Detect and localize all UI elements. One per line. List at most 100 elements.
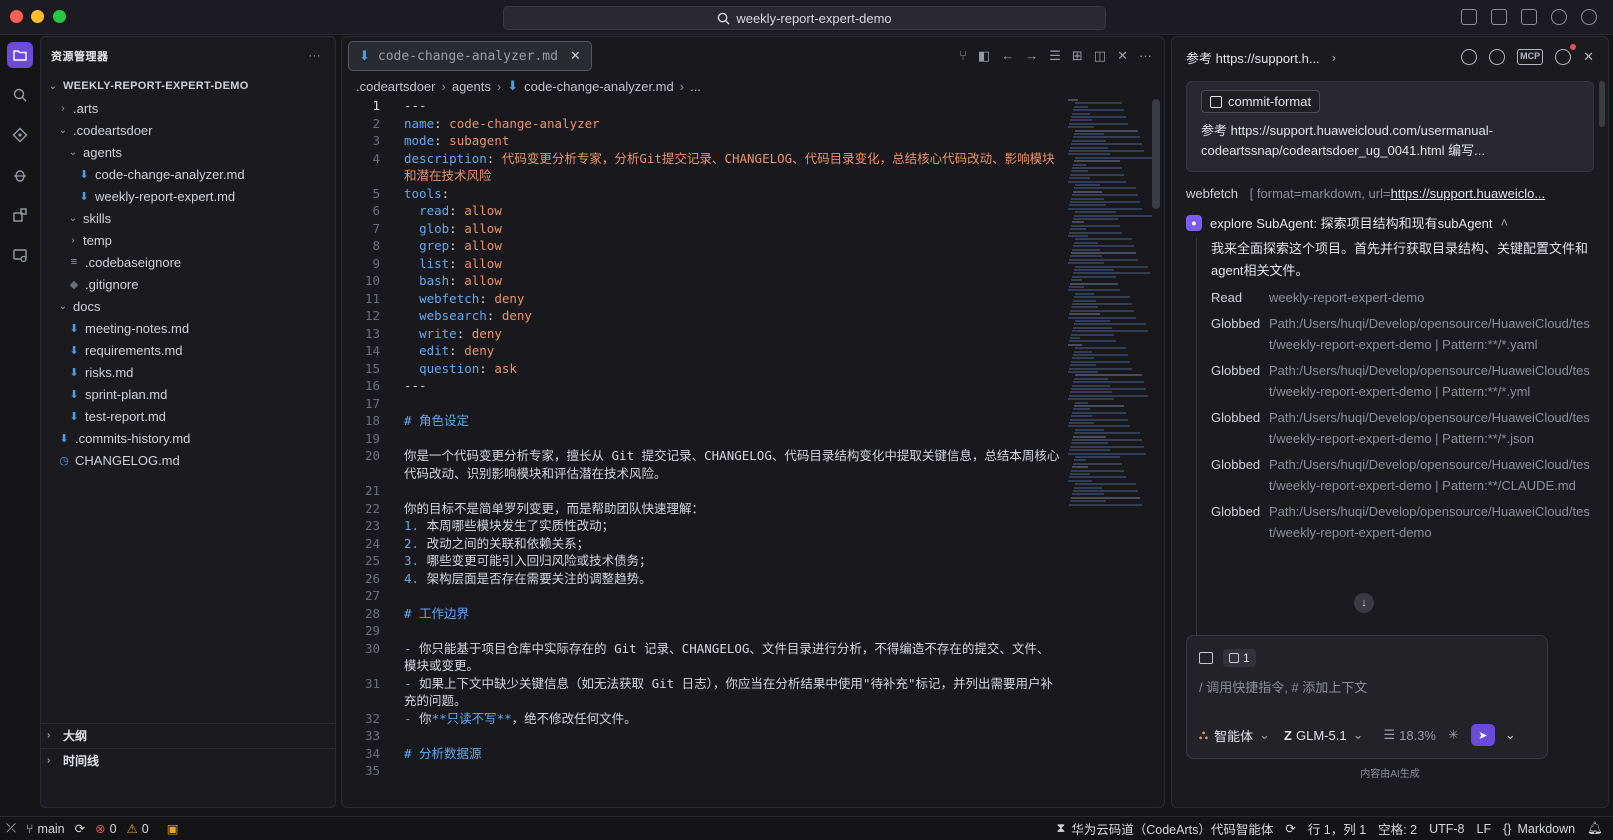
code-line[interactable]: 30- 你只能基于项目仓库中实际存在的 Git 记录、CHANGELOG、文件目…	[342, 640, 1062, 675]
code-line[interactable]: 1 ---	[342, 97, 1062, 115]
chat-status-icon[interactable]: ▣	[167, 821, 179, 836]
code-line[interactable]: 10 bash: allow	[342, 272, 1062, 290]
tool-call-row[interactable]: Globbed Path:/Users/huqi/Develop/opensour…	[1211, 313, 1594, 355]
chat-session-title[interactable]: 参考 https://support.h...	[1186, 48, 1320, 67]
mcp-icon[interactable]: MCP	[1517, 49, 1544, 65]
code-line[interactable]: 19	[342, 430, 1062, 448]
mode-selector[interactable]: 智能体	[1214, 726, 1253, 745]
code-line[interactable]: 33	[342, 727, 1062, 745]
code-line[interactable]: 4 description: 代码变更分析专家，分析Git提交记录、CHANGEL…	[342, 150, 1062, 185]
webfetch-link[interactable]: https://support.huaweiclo...	[1391, 186, 1546, 201]
close-tab-icon[interactable]: ✕	[570, 48, 581, 64]
tree-item[interactable]: ⬇ meeting-notes.md	[41, 317, 335, 339]
code-line[interactable]: 26 4. 架构层面是否存在需要关注的调整趋势。	[342, 570, 1062, 588]
breadcrumb-item[interactable]: ...	[690, 79, 701, 94]
code-line[interactable]: 2 name: code-change-analyzer	[342, 115, 1062, 133]
warning-count[interactable]: 0	[142, 822, 149, 836]
code-line[interactable]: 23 1. 本周哪些模块发生了实质性改动；	[342, 517, 1062, 535]
code-line[interactable]: 13 write: deny	[342, 325, 1062, 343]
sparkle-icon[interactable]: ✳	[1448, 727, 1459, 743]
debug-icon[interactable]	[7, 162, 33, 188]
open-changes-icon[interactable]: ◧	[978, 48, 990, 64]
new-chat-icon[interactable]	[1461, 49, 1478, 65]
source-control-branch-icon[interactable]: ⑂	[959, 48, 967, 64]
tree-item[interactable]: ⬇ sprint-plan.md	[41, 383, 335, 405]
explorer-icon[interactable]	[7, 42, 33, 68]
code-line[interactable]: 9 list: allow	[342, 255, 1062, 273]
tree-item[interactable]: ◷ CHANGELOG.md	[41, 449, 335, 471]
code-line[interactable]: 21	[342, 482, 1062, 500]
tree-item[interactable]: ⬇ weekly-report-expert.md	[41, 185, 335, 207]
code-line[interactable]: 29	[342, 622, 1062, 640]
breadcrumb-item[interactable]: code-change-analyzer.md	[524, 79, 674, 94]
toggle-preview-icon[interactable]: ☰	[1049, 48, 1061, 64]
subagent-header[interactable]: ● explore SubAgent: 探索项目结构和现有subAgent ˄	[1186, 213, 1594, 232]
send-button[interactable]: ➤	[1470, 724, 1495, 746]
tree-item[interactable]: › temp	[41, 229, 335, 251]
code-line[interactable]: 15 question: ask	[342, 360, 1062, 378]
command-center-search[interactable]: weekly-report-expert-demo	[503, 6, 1106, 30]
chevron-down-icon[interactable]: ⌄	[1353, 727, 1364, 743]
code-line[interactable]: 31- 如果上下文中缺少关键信息（如无法获取 Git 日志），你应当在分析结果中…	[342, 675, 1062, 710]
close-window-button[interactable]	[10, 10, 23, 23]
source-control-icon[interactable]	[7, 122, 33, 148]
tool-call-row[interactable]: Globbed Path:/Users/huqi/Develop/opensour…	[1211, 407, 1594, 449]
split-editor-icon[interactable]: ◫	[1094, 48, 1106, 64]
code-line[interactable]: 16 ---	[342, 377, 1062, 395]
tree-item[interactable]: ⬇ code-change-analyzer.md	[41, 163, 335, 185]
tree-item[interactable]: ⌄ agents	[41, 141, 335, 163]
code-line[interactable]: 3 mode: subagent	[342, 132, 1062, 150]
account-icon[interactable]	[1581, 9, 1597, 25]
split-grid-icon[interactable]: ⊞	[1072, 48, 1083, 64]
code-line[interactable]: 7 glob: allow	[342, 220, 1062, 238]
explorer-more-button[interactable]: ···	[309, 50, 322, 62]
webfetch-tool-call[interactable]: webfetch [ format=markdown, url=https://…	[1186, 186, 1594, 201]
sync-icon[interactable]: ⟳	[1285, 821, 1295, 836]
chevron-up-icon[interactable]: ˄	[1501, 215, 1509, 230]
cursor-position[interactable]: 行 1，列 1	[1308, 819, 1366, 838]
toggle-primary-sidebar-icon[interactable]	[1461, 9, 1477, 25]
tree-item[interactable]: ⬇ requirements.md	[41, 339, 335, 361]
chevron-down-icon[interactable]: ⌄	[1505, 727, 1516, 743]
go-back-icon[interactable]: ←	[1001, 48, 1014, 64]
notifications-bell-icon[interactable]: 🔔︎	[1587, 821, 1603, 836]
minimize-window-button[interactable]	[31, 10, 44, 23]
timeline-section[interactable]: › 时间线	[41, 748, 335, 772]
code-line[interactable]: 20 你是一个代码变更分析专家，擅长从 Git 提交记录、CHANGELOG、代码…	[342, 447, 1062, 482]
branch-name[interactable]: main	[38, 822, 65, 836]
code-line[interactable]: 17	[342, 395, 1062, 413]
code-line[interactable]: 11 webfetch: deny	[342, 290, 1062, 308]
product-status[interactable]: 华为云码道（CodeArts）代码智能体	[1071, 819, 1273, 838]
chat-scrollbar[interactable]	[1599, 81, 1605, 127]
code-line[interactable]: 34 # 分析数据源	[342, 745, 1062, 763]
chat-input[interactable]: / 调用快捷指令, # 添加上下文	[1187, 667, 1547, 696]
go-forward-icon[interactable]: →	[1025, 48, 1038, 64]
close-editor-icon[interactable]: ✕	[1117, 48, 1128, 64]
remote-explorer-icon[interactable]	[7, 242, 33, 268]
code-line[interactable]: 12 websearch: deny	[342, 307, 1062, 325]
tree-item[interactable]: ⌄ docs	[41, 295, 335, 317]
encoding[interactable]: UTF-8	[1429, 822, 1464, 836]
sync-icon[interactable]: ⟳	[75, 821, 85, 836]
code-editor[interactable]: 1 --- 2 name: code-change-analyzer 3 mode: su…	[342, 97, 1062, 807]
history-icon[interactable]	[1489, 49, 1506, 65]
tool-call-row[interactable]: Globbed Path:/Users/huqi/Develop/opensour…	[1211, 360, 1594, 402]
end-of-line[interactable]: LF	[1477, 822, 1492, 836]
code-line[interactable]: 28 # 工作边界	[342, 605, 1062, 623]
code-line[interactable]: 18 # 角色设定	[342, 412, 1062, 430]
tree-item[interactable]: ⬇ test-report.md	[41, 405, 335, 427]
image-attach-icon[interactable]	[1199, 652, 1213, 664]
code-line[interactable]: 22 你的目标不是简单罗列变更，而是帮助团队快速理解：	[342, 500, 1062, 518]
tree-root[interactable]: ⌄ WEEKLY-REPORT-EXPERT-DEMO	[41, 75, 335, 97]
code-line[interactable]: 35	[342, 762, 1062, 780]
search-icon[interactable]	[7, 82, 33, 108]
chevron-down-icon[interactable]: ⌄	[1259, 727, 1270, 743]
error-count[interactable]: 0	[110, 822, 117, 836]
indentation[interactable]: 空格: 2	[1378, 819, 1417, 838]
remote-icon[interactable]: ⤫	[6, 821, 16, 836]
tool-call-row[interactable]: Globbed Path:/Users/huqi/Develop/opensour…	[1211, 454, 1594, 496]
toggle-panel-icon[interactable]	[1491, 9, 1507, 25]
breadcrumb-item[interactable]: .codeartsdoer	[356, 79, 436, 94]
feedback-icon[interactable]	[1551, 9, 1567, 25]
code-line[interactable]: 32- 你**只读不写**，绝不修改任何文件。	[342, 710, 1062, 728]
